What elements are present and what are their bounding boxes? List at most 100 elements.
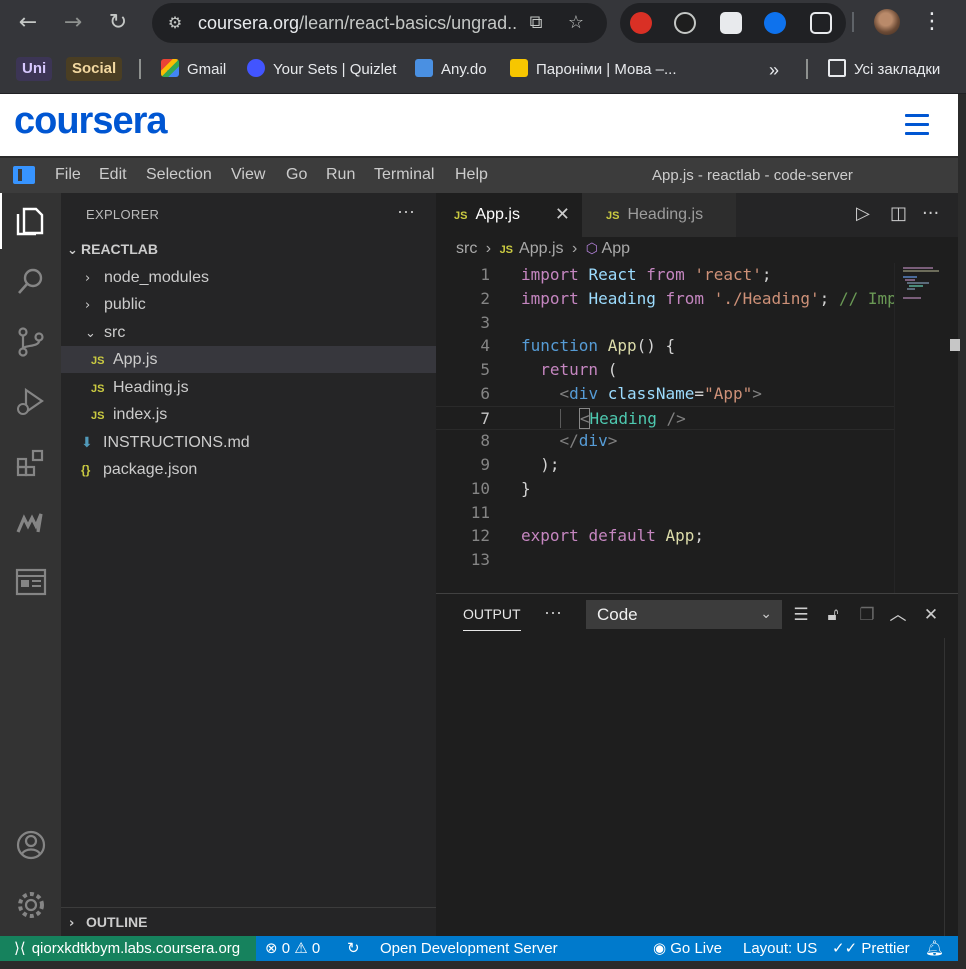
keyboard-layout[interactable]: Layout: US	[743, 936, 817, 961]
chrome-menu-icon[interactable]: ⋮	[920, 7, 944, 39]
cards-extension-icon[interactable]	[720, 12, 742, 34]
minimap[interactable]	[894, 263, 946, 593]
js-file-icon: JS	[499, 244, 514, 256]
tree-item-node-modules[interactable]: › node_modules	[61, 264, 436, 291]
tree-item-src[interactable]: ⌄ src	[61, 319, 436, 346]
hamburger-menu-icon[interactable]	[905, 114, 929, 136]
minimap-line	[909, 285, 923, 287]
scroll-marker	[950, 339, 960, 351]
account-icon[interactable]	[14, 828, 48, 862]
url-text[interactable]: coursera.org/learn/react-basics/ungrad..…	[198, 13, 518, 34]
menu-view[interactable]: View	[231, 166, 265, 184]
menu-file[interactable]: File	[55, 166, 81, 184]
extensions-puzzle-icon[interactable]	[810, 12, 832, 34]
run-debug-icon[interactable]	[14, 385, 48, 419]
output-panel: OUTPUT ··· Code ⌄ ☰ 🔓︎ ❐ ︿ ✕	[436, 593, 958, 937]
screen: ← → ↻ ⚙ coursera.org/learn/react-basics/…	[0, 0, 966, 969]
tree-item-app-js[interactable]: JS App.js	[61, 346, 436, 373]
explorer-sidebar: EXPLORER ··· ⌄ REACTLAB › node_modules › pu…	[61, 193, 436, 936]
remote-icon: ⟩⟨	[14, 939, 26, 957]
address-bar[interactable]: ⚙ coursera.org/learn/react-basics/ungrad…	[152, 3, 607, 43]
adblock-extension-icon[interactable]	[630, 12, 652, 34]
sync-icon[interactable]: ↻	[347, 936, 360, 961]
tree-item-package-json[interactable]: {} package.json	[61, 456, 436, 483]
tab-app-js[interactable]: JS App.js ✕	[436, 193, 582, 237]
code-line: 13	[470, 550, 490, 569]
profile-avatar[interactable]	[874, 9, 900, 35]
editor-scrollbar[interactable]	[946, 263, 960, 593]
bookmark-folder-uni[interactable]: Uni	[16, 57, 53, 81]
coursera-logo[interactable]: coursera	[14, 100, 168, 143]
panel-scrollbar[interactable]	[944, 638, 958, 937]
breadcrumb-file[interactable]: App.js	[519, 240, 563, 257]
lock-scroll-icon[interactable]: 🔓︎	[822, 604, 844, 626]
menu-run[interactable]: Run	[326, 166, 355, 184]
split-editor-icon[interactable]: ◫	[890, 203, 907, 224]
clear-output-icon[interactable]: ☰	[790, 604, 812, 626]
tab-heading-js[interactable]: JS Heading.js	[582, 193, 736, 237]
editor-tabs: JS App.js ✕ JS Heading.js ▷ ◫ ···	[436, 193, 958, 237]
editor-more-icon[interactable]: ···	[922, 203, 939, 224]
bookmark-paronimi[interactable]: Пароніми | Мова –...	[510, 58, 677, 82]
run-file-icon[interactable]: ▷	[856, 203, 870, 224]
forward-icon[interactable]: →	[57, 7, 89, 39]
explorer-more-icon[interactable]: ···	[397, 201, 415, 222]
bookmark-anydo[interactable]: Any.do	[415, 58, 487, 82]
bookmark-quizlet[interactable]: Your Sets | Quizlet	[247, 58, 396, 82]
chevron-right-icon: ›	[69, 916, 75, 931]
extensions-icon[interactable]	[14, 446, 48, 480]
bookmark-folder-social[interactable]: Social	[66, 57, 123, 81]
outline-section[interactable]: › OUTLINE	[61, 907, 436, 936]
activity-bar	[0, 193, 61, 936]
menu-go[interactable]: Go	[286, 166, 307, 184]
code-line-current: 7 <Heading />	[436, 406, 894, 430]
output-channel-select[interactable]: Code ⌄	[586, 600, 782, 629]
open-development-server[interactable]: Open Development Server	[380, 936, 558, 961]
problems-indicator[interactable]: ⊗ 0 ⚠ 0	[265, 936, 320, 961]
code-editor[interactable]: 1 import React from 'react'; 2 import Head…	[436, 263, 894, 593]
go-live-button[interactable]: ◉ Go Live	[653, 936, 722, 961]
notifications-bell-icon[interactable]: 🔔︎	[925, 936, 944, 961]
open-log-icon[interactable]: ❐	[856, 604, 878, 626]
back-icon[interactable]: ←	[12, 7, 44, 39]
bookmark-gmail[interactable]: Gmail	[161, 58, 226, 82]
tree-item-index-js[interactable]: JS index.js	[61, 401, 436, 428]
menu-terminal[interactable]: Terminal	[374, 166, 434, 184]
bookmark-star-icon[interactable]: ☆	[564, 11, 588, 35]
menu-help[interactable]: Help	[455, 166, 488, 184]
chevron-down-icon: ⌄	[67, 243, 78, 258]
menu-edit[interactable]: Edit	[99, 166, 127, 184]
workspace-root[interactable]: ⌄ REACTLAB	[61, 236, 436, 263]
tab-output[interactable]: OUTPUT	[463, 606, 521, 631]
settings-gear-icon[interactable]	[14, 888, 48, 922]
prettier-status[interactable]: ✓✓ Prettier	[832, 936, 910, 961]
menu-selection[interactable]: Selection	[146, 166, 212, 184]
active-indicator	[0, 193, 2, 249]
code-line: 2 import Heading from './Heading'; // Imp	[480, 289, 894, 308]
tree-item-instructions[interactable]: ⬇ INSTRUCTIONS.md	[61, 429, 436, 456]
breadcrumb-folder[interactable]: src	[456, 240, 477, 257]
close-tab-icon[interactable]: ✕	[555, 193, 570, 237]
tree-item-heading-js[interactable]: JS Heading.js	[61, 374, 436, 401]
code-line: 10}	[470, 479, 531, 498]
breadcrumb-symbol[interactable]: App	[602, 240, 630, 257]
reload-icon[interactable]: ↻	[102, 7, 134, 39]
bookmarks-overflow-icon[interactable]: »	[769, 58, 779, 82]
minimap-line	[903, 270, 939, 272]
shazam-extension-icon[interactable]	[764, 12, 786, 34]
close-panel-icon[interactable]: ✕	[920, 604, 942, 626]
site-info-icon[interactable]: ⚙	[164, 12, 186, 34]
spy-extension-icon[interactable]	[674, 12, 696, 34]
tree-item-public[interactable]: › public	[61, 291, 436, 318]
remote-indicator[interactable]: ⟩⟨ qiorxkdtkbym.labs.coursera.org	[0, 936, 256, 961]
maximize-panel-icon[interactable]: ︿	[887, 604, 909, 626]
source-control-icon[interactable]	[14, 325, 48, 359]
translate-icon[interactable]: ⧉	[524, 11, 548, 35]
explorer-icon[interactable]	[14, 204, 48, 238]
coursera-lab-icon[interactable]	[14, 506, 48, 540]
all-bookmarks[interactable]: Усі закладки	[828, 58, 940, 82]
vscode-menu-icon[interactable]	[13, 166, 35, 184]
search-icon[interactable]	[14, 264, 48, 298]
instructions-preview-icon[interactable]	[14, 565, 48, 599]
panel-more-icon[interactable]: ···	[544, 602, 562, 623]
